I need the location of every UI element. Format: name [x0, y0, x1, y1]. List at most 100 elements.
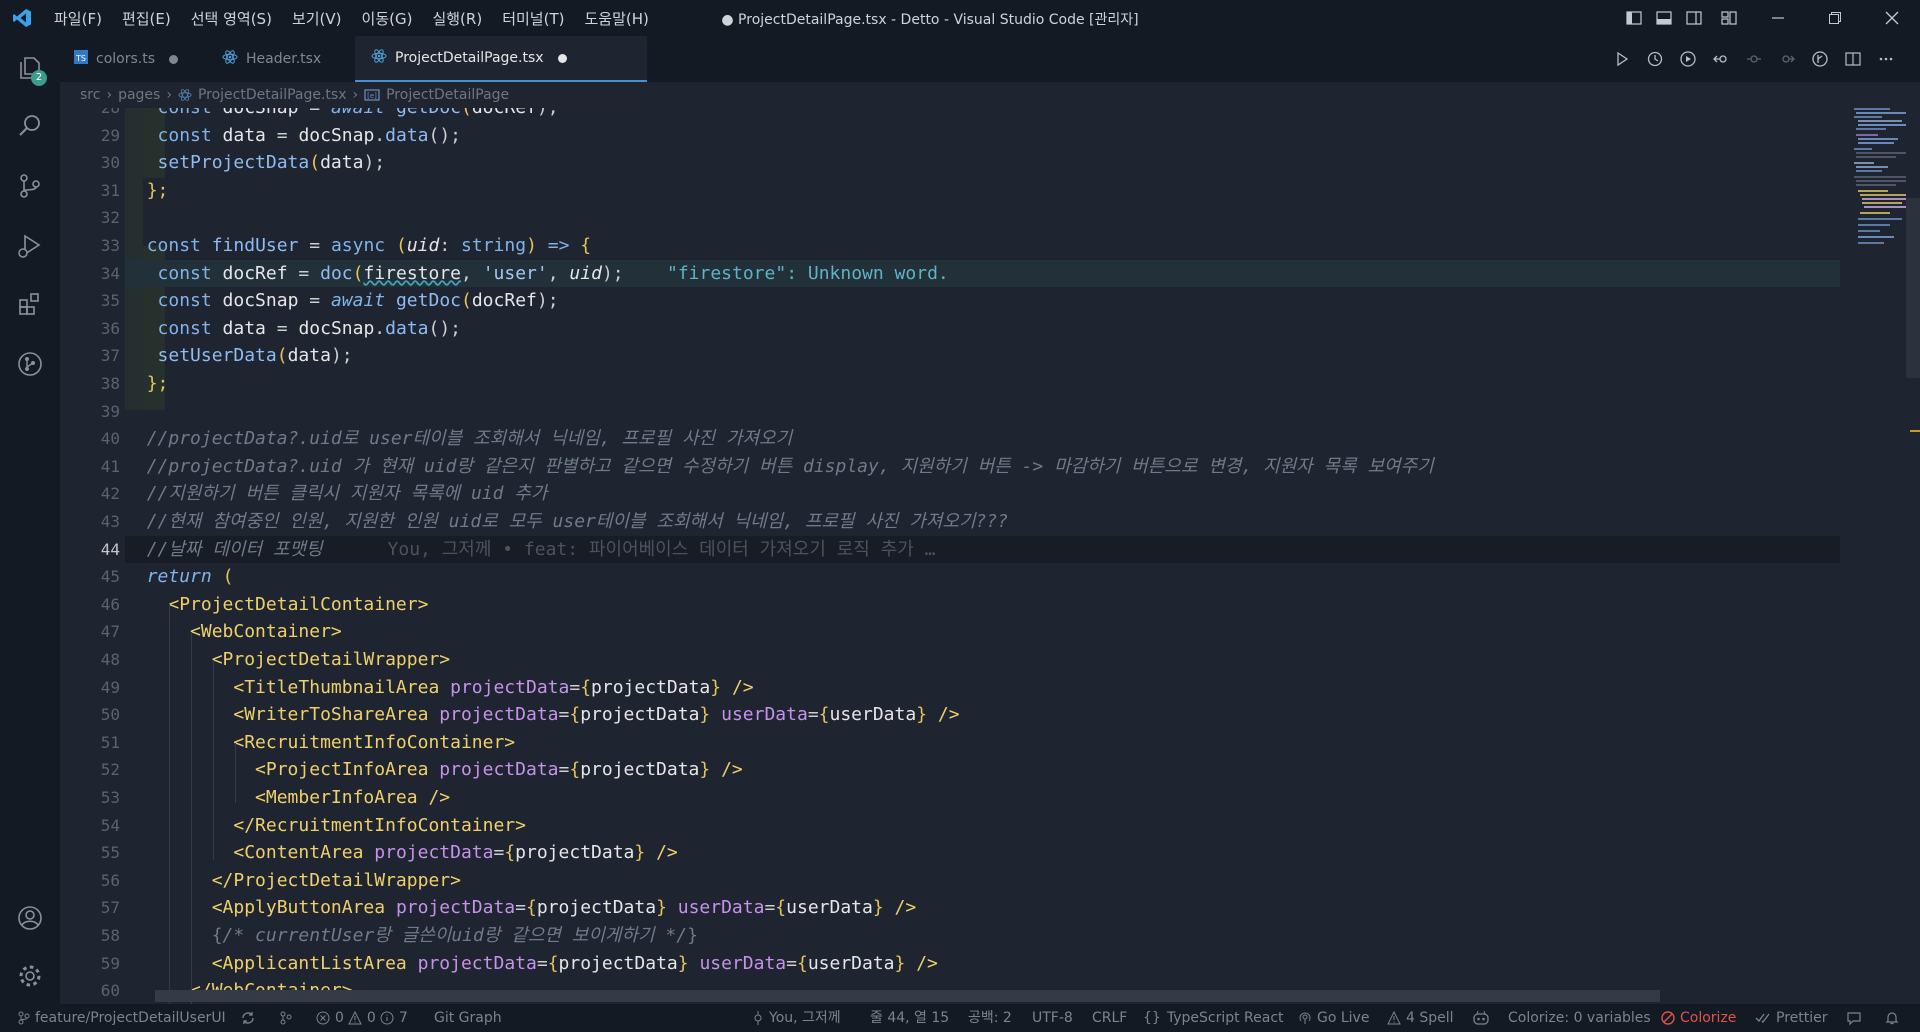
explorer-icon[interactable]: 2 — [0, 42, 60, 94]
menu-go[interactable]: 이동(G) — [352, 8, 423, 29]
line-number: 57 — [100, 898, 120, 918]
eol-status[interactable]: CRLF — [1092, 1004, 1127, 1032]
breadcrumb-src[interactable]: src — [80, 87, 100, 103]
colorize-variables-status[interactable]: Colorize: 0 variables — [1508, 1004, 1651, 1032]
error-icon — [316, 1011, 330, 1025]
menu-view[interactable]: 보기(V) — [282, 8, 352, 29]
source-control-icon[interactable] — [0, 160, 60, 212]
activity-bar: 2 — [0, 36, 60, 1004]
line-number: 41 — [100, 456, 120, 476]
extensions-icon[interactable] — [0, 278, 60, 330]
chevron-right-icon: › — [352, 87, 359, 103]
breadcrumb-symbol[interactable]: ProjectDetailPage — [386, 87, 509, 103]
open-changes-icon[interactable] — [1704, 36, 1737, 82]
close-window-icon[interactable] — [1863, 0, 1920, 36]
line-number: 34 — [100, 263, 120, 283]
more-actions-icon[interactable] — [1869, 36, 1902, 82]
colorize-button[interactable]: Colorize — [1661, 1004, 1736, 1032]
sync-icon[interactable] — [240, 1004, 261, 1032]
line-number: 55 — [100, 843, 120, 863]
code-editor[interactable]: 28 29 30 31 32 33 34 35 36 37 38 39 40 41 42 43 44 45 46 47… — [60, 108, 1920, 1004]
line-number: 52 — [100, 760, 120, 780]
code-line-37: setUserData(data); — [157, 345, 353, 367]
git-branch-icon — [18, 1011, 30, 1025]
blame-status[interactable]: You, 그저께 — [752, 1004, 841, 1032]
next-change-icon[interactable] — [1770, 36, 1803, 82]
indent-guide — [213, 660, 214, 860]
line-number: 46 — [100, 594, 120, 614]
code-line-40: //projectData?.uid로 user테이블 조회해서 닉네임, 프로… — [146, 428, 793, 450]
customize-layout-icon[interactable] — [1709, 0, 1749, 36]
tab-header-tsx[interactable]: Header.tsx — [222, 36, 350, 82]
encoding-status[interactable]: UTF-8 — [1032, 1004, 1073, 1032]
menu-edit[interactable]: 편집(E) — [112, 8, 181, 29]
code-line-34: const docRef = doc(firestore, 'user', ui… — [125, 259, 1840, 288]
broadcast-icon — [1299, 1012, 1311, 1024]
git-graph-status[interactable]: Git Graph — [434, 1004, 502, 1032]
toggle-secondary-sidebar-icon[interactable] — [1679, 0, 1709, 36]
restore-icon[interactable] — [1806, 0, 1863, 36]
svg-text:TS: TS — [75, 54, 86, 63]
go-live-preview-icon[interactable] — [1671, 36, 1704, 82]
indent-guide — [191, 632, 192, 1004]
unsaved-dot-icon[interactable] — [169, 54, 179, 64]
git-lens-icon[interactable] — [1803, 36, 1836, 82]
git-lens-status-icon[interactable] — [278, 1004, 299, 1032]
copilot-icon[interactable] — [1472, 1004, 1495, 1032]
breadcrumb-pages[interactable]: pages — [118, 87, 160, 103]
cursor-position[interactable]: 줄 44, 열 15 — [870, 1004, 949, 1032]
breadcrumb-file[interactable]: ProjectDetailPage.tsx — [198, 87, 347, 103]
line-number: 31 — [100, 180, 120, 200]
go-live-button[interactable]: Go Live — [1298, 1004, 1369, 1032]
timeline-history-icon[interactable] — [1638, 36, 1671, 82]
code-line-35: const docSnap = await getDoc(docRef); — [157, 290, 559, 312]
code-line-38: }; — [146, 373, 169, 394]
feedback-icon[interactable] — [1846, 1004, 1867, 1032]
prettier-status[interactable]: Prettier — [1755, 1004, 1828, 1032]
vertical-scrollbar[interactable] — [1906, 108, 1920, 1004]
indent-guide — [235, 743, 236, 803]
branch-status[interactable]: feature/ProjectDetailUserUI — [18, 1004, 226, 1032]
scrollbar-thumb[interactable] — [1906, 198, 1920, 378]
run-file-icon[interactable] — [1605, 36, 1638, 82]
unsaved-dot-icon[interactable] — [557, 53, 567, 63]
split-editor-icon[interactable] — [1836, 36, 1869, 82]
code-line-48: <ProjectDetailWrapper> — [211, 649, 451, 670]
code-line-58: {/* currentUser랑 글쓴이uid랑 같으면 보이게하기 */} — [211, 925, 698, 946]
menu-file[interactable]: 파일(F) — [44, 8, 112, 29]
horizontal-scrollbar[interactable] — [155, 990, 1660, 1002]
git-graph-icon[interactable] — [0, 338, 60, 390]
previous-change-icon[interactable] — [1737, 36, 1770, 82]
account-icon[interactable] — [0, 892, 60, 944]
minimize-icon[interactable] — [1749, 0, 1806, 36]
settings-gear-icon[interactable] — [0, 950, 60, 1002]
code-area[interactable]: const docSnap = await getDoc(docRef); co… — [125, 108, 1840, 1004]
tab-label: colors.ts — [96, 51, 156, 67]
indentation-status[interactable]: 공백: 2 — [968, 1004, 1012, 1032]
tab-colors-ts[interactable]: TS colors.ts — [74, 36, 200, 82]
go-live-label: Go Live — [1317, 1010, 1370, 1026]
tab-projectdetailpage-tsx[interactable]: ProjectDetailPage.tsx — [355, 36, 647, 82]
code-line-50: <WriterToShareArea projectData={projectD… — [233, 704, 960, 726]
menu-selection[interactable]: 선택 영역(S) — [181, 8, 282, 29]
toggle-panel-icon[interactable] — [1649, 0, 1679, 36]
indent-guide — [169, 604, 170, 1004]
line-number: 36 — [100, 318, 120, 338]
window-title: ● ProjectDetailPage.tsx - Detto - Visual… — [721, 12, 1139, 28]
explorer-badge: 2 — [31, 70, 47, 86]
code-line-53: <MemberInfoArea /> — [255, 787, 451, 808]
line-number: 47 — [100, 622, 120, 642]
run-debug-icon[interactable] — [0, 220, 60, 272]
toggle-primary-sidebar-icon[interactable] — [1619, 0, 1649, 36]
ts-file-icon: TS — [74, 50, 88, 68]
code-line-57: <ApplyButtonArea projectData={projectDat… — [211, 897, 917, 919]
search-icon[interactable] — [0, 100, 60, 152]
editor-actions — [1605, 36, 1902, 82]
menu-run[interactable]: 실행(R) — [422, 8, 492, 29]
language-mode[interactable]: {} TypeScript React — [1143, 1004, 1284, 1032]
spell-check-status[interactable]: 4 Spell — [1387, 1004, 1454, 1032]
code-line-44: //날짜 데이터 포맷팅 You, 그저께 • feat: 파이어베이스 데이터… — [125, 535, 1840, 564]
problems-status[interactable]: 0 0 7 — [316, 1004, 408, 1032]
check-double-icon — [1755, 1013, 1770, 1023]
notifications-bell-icon[interactable] — [1884, 1004, 1905, 1032]
